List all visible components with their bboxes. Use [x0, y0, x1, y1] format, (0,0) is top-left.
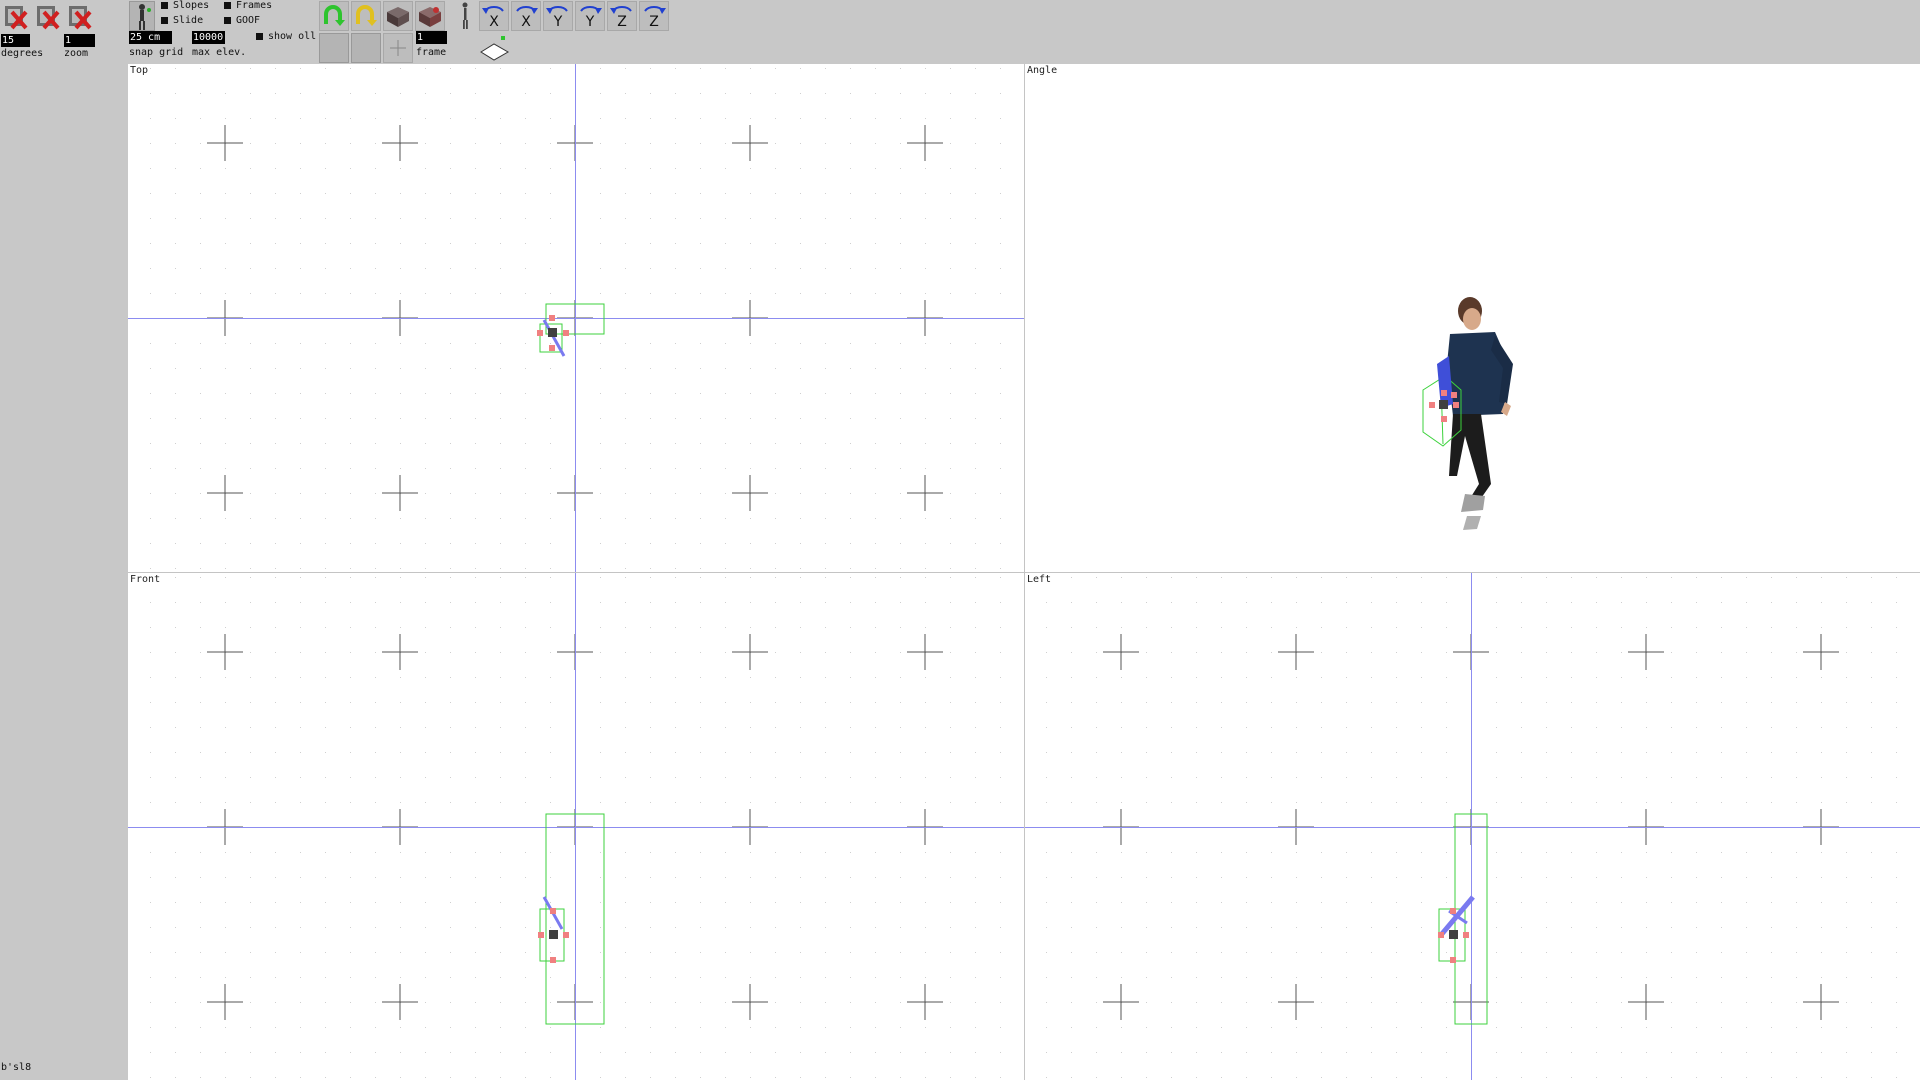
svg-text:Y: Y — [585, 14, 595, 30]
viewport-front[interactable]: Front — [128, 573, 1024, 1080]
svg-text:Y: Y — [553, 14, 563, 30]
joint-handle[interactable] — [537, 330, 543, 336]
degrees-field[interactable]: 15 — [1, 34, 30, 47]
status-text: b'sl8 — [1, 1062, 31, 1073]
slide-label: Slide — [173, 15, 203, 26]
snap-grid-field[interactable]: 25 cm — [129, 31, 172, 44]
rotate-y-neg-button[interactable]: Y — [543, 1, 573, 31]
zoom-field[interactable]: 1 — [64, 34, 95, 47]
rotate-y-pos-icon: Y — [576, 2, 604, 30]
joint-handle[interactable] — [550, 957, 556, 963]
rotate-y-pos-button[interactable]: Y — [575, 1, 605, 31]
joint-handle[interactable] — [549, 315, 555, 321]
joint-handle[interactable] — [563, 932, 569, 938]
slopes-label: Slopes — [173, 0, 209, 11]
viewport-label: Top — [130, 65, 148, 76]
pivot-handle[interactable] — [1449, 930, 1458, 939]
rotate-x-pos-icon: X — [512, 2, 540, 30]
green-arrow-icon — [320, 2, 348, 30]
block-icon — [384, 2, 412, 30]
rotate-z-neg-icon: Z — [608, 2, 636, 30]
viewport-angle[interactable]: Angle — [1025, 64, 1920, 572]
goof-label: GOOF — [236, 15, 260, 26]
goof-checkbox[interactable] — [224, 17, 231, 24]
red-x-document-icon[interactable] — [2, 2, 30, 32]
viewport-label: Left — [1027, 574, 1051, 585]
disabled-button-1[interactable] — [319, 33, 349, 63]
joint-handle[interactable] — [550, 908, 556, 914]
red-x-document-icon[interactable] — [34, 2, 62, 32]
red-x-document-icon[interactable] — [66, 2, 94, 32]
joint-handle[interactable] — [563, 330, 569, 336]
max-elev-field[interactable]: 10000 — [192, 31, 225, 44]
keyframe-diamond-icon[interactable] — [478, 34, 512, 62]
rotate-x-neg-button[interactable]: X — [479, 1, 509, 31]
zoom-label: zoom — [64, 48, 88, 59]
sidebar — [0, 64, 128, 1080]
skeleton-figure-icon[interactable] — [455, 1, 475, 31]
joint-handle[interactable] — [1450, 908, 1456, 914]
svg-text:X: X — [489, 14, 499, 30]
svg-text:Z: Z — [617, 14, 627, 30]
yellow-arrow-icon — [352, 2, 380, 30]
figure-icon — [130, 2, 156, 32]
joint-handle[interactable] — [538, 932, 544, 938]
joint-handle[interactable] — [1463, 932, 1469, 938]
object-mode-button-2[interactable] — [415, 1, 445, 31]
pivot-handle[interactable] — [548, 328, 557, 337]
frame-field[interactable]: 1 — [416, 31, 447, 44]
character-model — [1447, 297, 1513, 530]
viewport-left[interactable]: Left — [1025, 573, 1920, 1080]
angle-scene — [1025, 64, 1920, 572]
figure-mode-button[interactable] — [129, 1, 155, 31]
crosshair-button[interactable] — [383, 33, 413, 63]
viewport-divider-horizontal[interactable] — [128, 572, 1920, 573]
grid-top — [128, 64, 1024, 572]
rotate-z-pos-icon: Z — [640, 2, 668, 30]
rotate-z-pos-button[interactable]: Z — [639, 1, 669, 31]
rotate-right-button[interactable] — [351, 1, 381, 31]
block-red-icon — [416, 2, 444, 30]
rotate-x-neg-icon: X — [480, 2, 508, 30]
frames-checkbox[interactable] — [224, 2, 231, 9]
viewport-top[interactable]: Top — [128, 64, 1024, 572]
disabled-button-2[interactable] — [351, 33, 381, 63]
viewport-label: Angle — [1027, 65, 1057, 76]
svg-text:X: X — [521, 14, 531, 30]
joint-handle[interactable] — [1438, 932, 1444, 938]
frames-label: Frames — [236, 0, 272, 11]
crosshair-icon — [384, 34, 412, 62]
pivot-handle[interactable] — [549, 930, 558, 939]
show-label: show oll — [268, 31, 316, 42]
joint-handle[interactable] — [549, 345, 555, 351]
slopes-checkbox[interactable] — [161, 2, 168, 9]
viewport-label: Front — [130, 574, 160, 585]
rotate-x-pos-button[interactable]: X — [511, 1, 541, 31]
joint-handle[interactable] — [1450, 957, 1456, 963]
frame-label: frame — [416, 47, 446, 58]
svg-text:Z: Z — [649, 14, 659, 30]
rotate-y-neg-icon: Y — [544, 2, 572, 30]
toolbar: 15 degrees 1 zoom Slopes Frames Slide GO… — [0, 0, 1920, 64]
rotate-z-neg-button[interactable]: Z — [607, 1, 637, 31]
object-mode-button-1[interactable] — [383, 1, 413, 31]
show-checkbox[interactable] — [256, 33, 263, 40]
max-elev-label: max elev. — [192, 47, 246, 58]
snap-grid-label: snap grid — [129, 47, 183, 58]
grid-front — [128, 573, 1024, 1080]
rotate-left-button[interactable] — [319, 1, 349, 31]
grid-left — [1025, 573, 1920, 1080]
degrees-label: degrees — [1, 48, 43, 59]
slide-checkbox[interactable] — [161, 17, 168, 24]
